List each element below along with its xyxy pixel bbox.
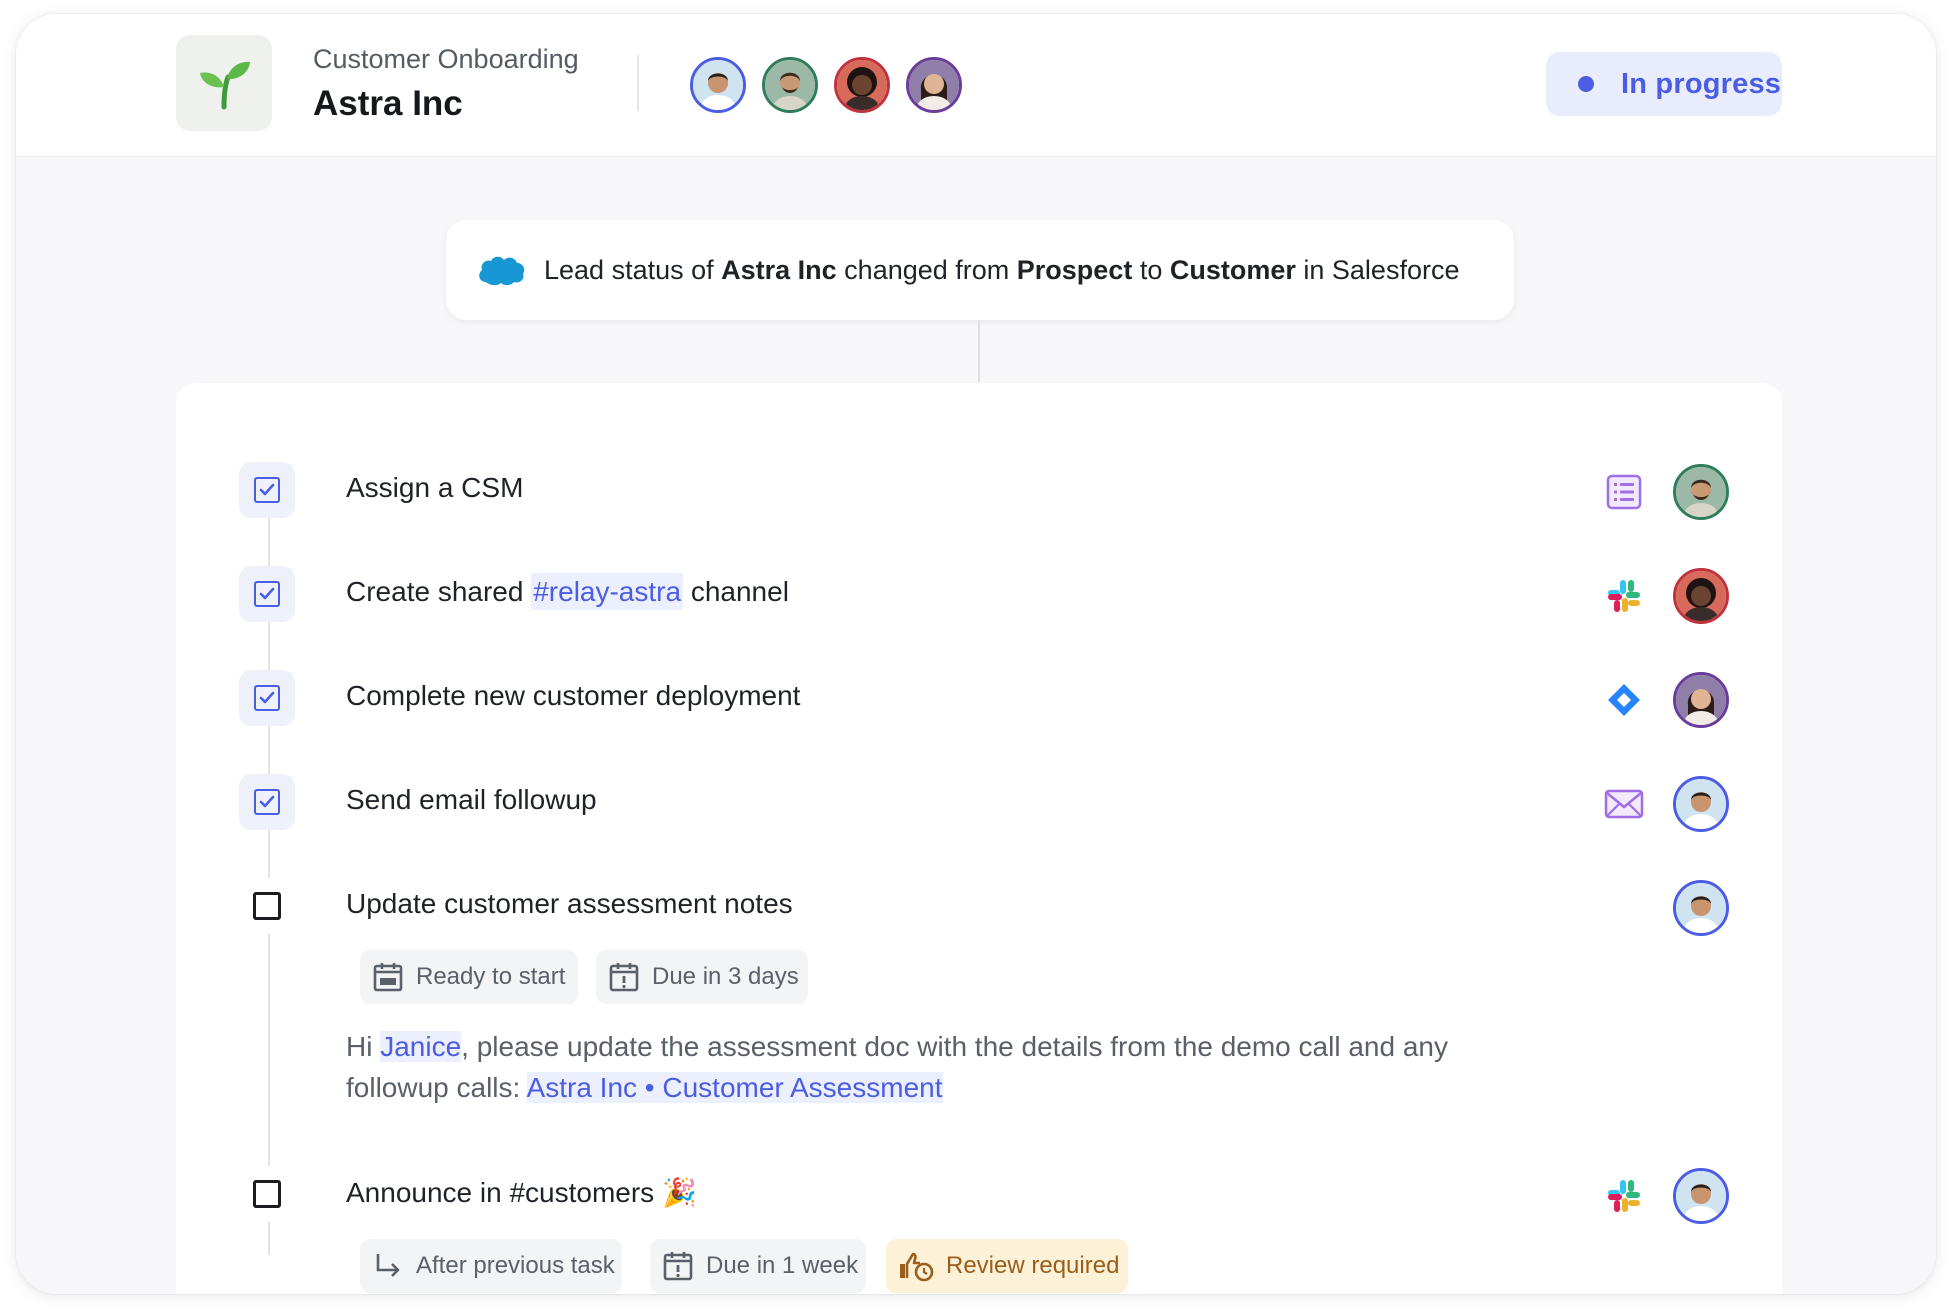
checkbox-checked-icon xyxy=(254,581,280,607)
party-popper-icon: 🎉 xyxy=(661,1177,697,1208)
task-checkbox[interactable] xyxy=(239,774,295,830)
assignee-avatar[interactable] xyxy=(1673,880,1729,936)
trigger-from-status: Prospect xyxy=(1016,254,1133,285)
task-row[interactable]: Send email followup xyxy=(176,774,1782,834)
thumbs-up-clock-icon xyxy=(900,1252,934,1282)
mail-icon xyxy=(1604,789,1644,819)
task-title-text: Announce in #customers xyxy=(346,1177,655,1208)
task-row[interactable]: Assign a CSM xyxy=(176,462,1782,522)
checkbox-checked-icon xyxy=(254,477,280,503)
chip-label: Ready to start xyxy=(416,963,566,990)
task-list-card: Assign a CSM Create shared #relay-astra … xyxy=(176,383,1782,1294)
salesforce-cloud-icon xyxy=(479,256,525,286)
trigger-event-card[interactable]: Lead status of Astra Inc changed from Pr… xyxy=(446,220,1514,320)
participant-avatar-3[interactable] xyxy=(834,57,890,113)
chip-label: Review required xyxy=(946,1252,1120,1279)
task-checkbox[interactable] xyxy=(239,670,295,726)
assignee-avatar[interactable] xyxy=(1673,568,1729,624)
dependency-chip[interactable]: After previous task xyxy=(360,1239,622,1293)
task-checkbox[interactable] xyxy=(239,1166,295,1222)
trigger-text-1: Lead status of xyxy=(544,254,722,285)
assignee-avatar[interactable] xyxy=(1673,776,1729,832)
chip-label: Due in 3 days xyxy=(652,963,799,990)
user-mention[interactable]: Janice xyxy=(380,1031,462,1062)
task-checkbox[interactable] xyxy=(239,566,295,622)
trigger-description: Lead status of Astra Inc changed from Pr… xyxy=(544,255,1459,286)
trigger-text-2: changed from xyxy=(836,254,1017,285)
workflow-logo xyxy=(176,35,272,131)
trigger-to-status: Customer xyxy=(1169,254,1296,285)
review-required-chip[interactable]: Review required xyxy=(886,1239,1128,1293)
checkbox-checked-icon xyxy=(254,685,280,711)
chip-label: Due in 1 week xyxy=(706,1252,859,1279)
assignee-avatar[interactable] xyxy=(1673,1168,1729,1224)
trigger-text-3: to xyxy=(1132,254,1170,285)
task-row[interactable]: Complete new customer deployment xyxy=(176,670,1782,730)
slack-icon xyxy=(1608,1180,1640,1212)
slack-icon xyxy=(1608,580,1640,612)
arrow-turn-icon xyxy=(376,1254,400,1277)
ready-to-start-chip[interactable]: Ready to start xyxy=(360,950,578,1004)
assignee-avatar[interactable] xyxy=(1673,672,1729,728)
task-row[interactable]: Create shared #relay-astra channel xyxy=(176,566,1782,626)
due-date-chip[interactable]: Due in 3 days xyxy=(596,950,808,1004)
participant-avatar-4[interactable] xyxy=(906,57,962,113)
task-title: Complete new customer deployment xyxy=(346,680,801,711)
task-checkbox[interactable] xyxy=(239,878,295,934)
trigger-text-4: in Salesforce xyxy=(1295,254,1460,285)
document-link[interactable]: Astra Inc • Customer Assessment xyxy=(526,1072,943,1103)
task-title: Send email followup xyxy=(346,784,597,815)
task-row[interactable]: Announce in #customers 🎉 xyxy=(176,1166,1782,1226)
header-divider xyxy=(637,55,639,111)
app-window: Customer Onboarding Astra Inc In progres… xyxy=(16,14,1936,1294)
trigger-company: Astra Inc xyxy=(721,254,837,285)
process-name: Customer Onboarding xyxy=(313,44,579,74)
checkbox-empty-icon xyxy=(253,1180,281,1208)
chip-label: After previous task xyxy=(416,1252,615,1279)
task-title: Announce in #customers 🎉 xyxy=(346,1176,697,1209)
calendar-icon xyxy=(373,963,403,992)
task-title-text: channel xyxy=(683,576,789,607)
channel-link[interactable]: #relay-astra xyxy=(531,573,684,610)
task-title: Create shared #relay-astra channel xyxy=(346,573,789,610)
task-checkbox[interactable] xyxy=(239,462,295,518)
note-text: Hi xyxy=(346,1031,381,1062)
task-title: Update customer assessment notes xyxy=(346,888,793,919)
due-date-chip[interactable]: Due in 1 week xyxy=(650,1239,866,1293)
jira-icon xyxy=(1608,684,1640,716)
calendar-alert-icon xyxy=(663,1252,693,1281)
status-badge[interactable]: In progress xyxy=(1546,52,1782,116)
participant-avatar-2[interactable] xyxy=(762,57,818,113)
task-title: Assign a CSM xyxy=(346,472,524,503)
task-row[interactable]: Update customer assessment notes xyxy=(176,878,1782,938)
calendar-alert-icon xyxy=(609,963,639,992)
form-list-icon xyxy=(1606,474,1642,510)
participant-avatar-1[interactable] xyxy=(690,57,746,113)
company-name: Astra Inc xyxy=(313,84,463,123)
flow-connector xyxy=(978,320,980,382)
checkbox-empty-icon xyxy=(253,892,281,920)
seedling-icon xyxy=(200,61,250,110)
status-label: In progress xyxy=(1621,67,1782,100)
task-note: Hi Janice, please update the assessment … xyxy=(346,1026,1546,1108)
checkbox-checked-icon xyxy=(254,789,280,815)
header: Customer Onboarding Astra Inc In progres… xyxy=(16,14,1936,157)
assignee-avatar[interactable] xyxy=(1673,464,1729,520)
task-title-text: Create shared xyxy=(346,576,532,607)
status-dot xyxy=(1578,76,1594,92)
